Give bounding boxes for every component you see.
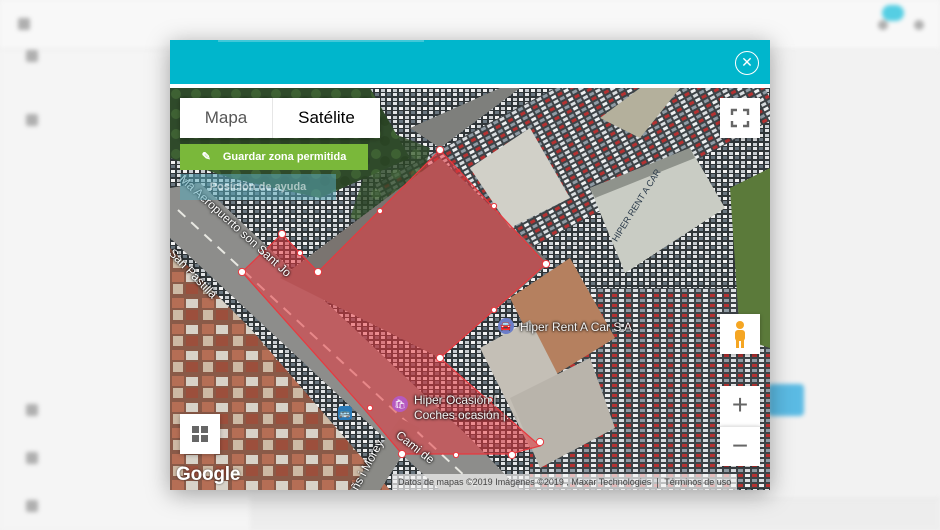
- shopping-icon: 🛍: [392, 396, 408, 412]
- fullscreen-icon: [730, 108, 750, 128]
- save-zone-label: Guardar zona permitida: [222, 151, 347, 163]
- layers-button[interactable]: [180, 414, 220, 454]
- car-rental-icon: 🚘: [498, 318, 514, 334]
- satellite-map[interactable]: San Pastilla Ma Aeropuerto son Sant Jo C…: [170, 88, 770, 490]
- modal-header: ✕: [170, 40, 770, 84]
- map-type-satellite-button[interactable]: Satélite: [272, 98, 380, 138]
- map-type-control: Mapa Satélite: [180, 98, 380, 138]
- save-zone-button[interactable]: ✎ Guardar zona permitida: [180, 144, 368, 170]
- fullscreen-button[interactable]: [720, 98, 760, 138]
- bg-icon: [26, 50, 38, 62]
- bg-menu-icon: [18, 18, 30, 30]
- zoom-out-button[interactable]: −: [720, 426, 760, 466]
- zone-editor-modal: ✕ San Pastilla Ma Aeropuerto son Sant Jo…: [170, 40, 770, 490]
- help-position-label: Posición de ayuda: [209, 181, 307, 193]
- bg-settings-icon: [914, 20, 924, 30]
- bg-notification-icon: [878, 20, 888, 30]
- bg-icon: [26, 500, 38, 512]
- edit-icon: ✎: [201, 151, 211, 163]
- poi-hiper-ocasion-sub[interactable]: Coches ocasión |...: [414, 408, 516, 422]
- zoom-in-button[interactable]: +: [720, 386, 760, 426]
- close-icon: ✕: [741, 54, 753, 70]
- map-type-map-button[interactable]: Mapa: [180, 98, 272, 138]
- bg-icon: [26, 114, 38, 126]
- bg-bottom-bar: [250, 498, 940, 530]
- street-view-button[interactable]: [720, 314, 760, 354]
- bg-icon: [26, 404, 38, 416]
- bg-badge: [882, 5, 904, 21]
- close-button[interactable]: ✕: [735, 51, 759, 75]
- help-position-button[interactable]: Posición de ayuda: [180, 174, 336, 200]
- header-accent: [218, 40, 424, 42]
- poi-hiper-ocasion[interactable]: Hiper Ocasión |: [414, 393, 496, 407]
- pegman-icon: [735, 321, 745, 348]
- terms-link[interactable]: Términos de uso: [664, 477, 731, 487]
- zoom-control: + −: [720, 386, 760, 466]
- bus-stop-icon: 🚌: [338, 406, 352, 420]
- bg-icon: [26, 452, 38, 464]
- google-logo: Google: [176, 464, 241, 485]
- poi-hiper-rent[interactable]: Hiper Rent A Car S A: [520, 320, 632, 334]
- bg-button: [768, 384, 804, 416]
- attribution-text: Datos de mapas ©2019 Imágenes ©2019 , Ma…: [398, 477, 652, 487]
- grid-icon: [192, 426, 208, 442]
- map-attribution: Datos de mapas ©2019 Imágenes ©2019 , Ma…: [392, 474, 738, 490]
